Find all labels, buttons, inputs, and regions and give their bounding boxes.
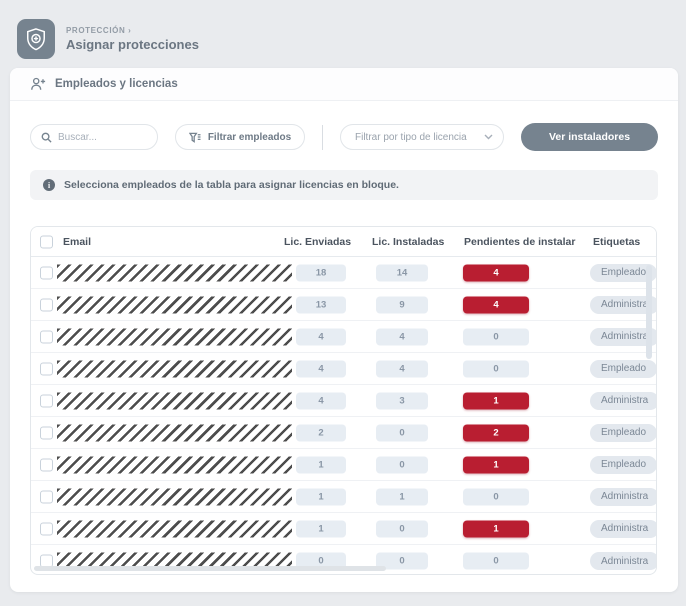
user-plus-icon <box>30 77 46 91</box>
employees-licenses-card: Empleados y licencias Filtrar empleados … <box>10 68 678 592</box>
lic-enviadas-badge: 13 <box>296 296 346 313</box>
lic-enviadas-badge: 1 <box>296 488 346 505</box>
redacted-email <box>57 488 292 505</box>
etiqueta-tag: Administra <box>590 520 657 538</box>
pendientes-badge: 0 <box>463 328 529 345</box>
etiqueta-tag: Administra <box>590 488 657 506</box>
info-banner-text: Selecciona empleados de la tabla para as… <box>64 179 399 191</box>
license-type-selected-value: Filtrar por tipo de licencia <box>355 132 467 143</box>
lic-enviadas-badge: 1 <box>296 456 346 473</box>
section-header: Empleados y licencias <box>10 68 678 101</box>
redacted-email <box>57 520 292 537</box>
filter-employees-button[interactable]: Filtrar empleados <box>175 124 305 150</box>
toolbar: Filtrar empleados Filtrar por tipo de li… <box>10 101 678 151</box>
info-banner: i Selecciona empleados de la tabla para … <box>30 170 658 200</box>
row-checkbox[interactable] <box>40 458 53 471</box>
pendientes-badge: 0 <box>463 488 529 505</box>
pendientes-badge: 4 <box>463 296 529 313</box>
row-checkbox[interactable] <box>40 394 53 407</box>
row-checkbox[interactable] <box>40 426 53 439</box>
lic-enviadas-badge: 4 <box>296 360 346 377</box>
redacted-email <box>57 264 292 281</box>
column-header-instaladas[interactable]: Lic. Instaladas <box>372 236 444 248</box>
select-all-checkbox[interactable] <box>40 235 53 248</box>
table-row[interactable]: 1 1 0 Administra <box>31 481 656 513</box>
page-header: PROTECCIÓN › Asignar protecciones <box>0 0 686 66</box>
license-type-select[interactable]: Filtrar por tipo de licencia <box>340 124 504 150</box>
search-icon <box>41 132 52 143</box>
lic-enviadas-badge: 2 <box>296 424 346 441</box>
redacted-email <box>57 392 292 409</box>
search-input[interactable] <box>58 132 147 143</box>
pendientes-badge: 0 <box>463 360 529 377</box>
redacted-email <box>57 360 292 377</box>
lic-enviadas-badge: 1 <box>296 520 346 537</box>
etiqueta-tag: Empleado <box>590 424 657 442</box>
pendientes-badge: 2 <box>463 424 529 441</box>
table-row[interactable]: 1 0 1 Empleado <box>31 449 656 481</box>
horizontal-scrollbar-thumb[interactable] <box>34 566 386 571</box>
lic-enviadas-badge: 18 <box>296 264 346 281</box>
etiqueta-tag: Empleado <box>590 360 657 378</box>
column-header-etiquetas[interactable]: Etiquetas <box>593 236 640 248</box>
redacted-email <box>57 296 292 313</box>
pendientes-badge: 1 <box>463 456 529 473</box>
lic-instaladas-badge: 14 <box>376 264 428 281</box>
filter-list-icon <box>189 132 201 143</box>
column-header-email[interactable]: Email <box>63 236 91 248</box>
row-checkbox[interactable] <box>40 266 53 279</box>
lic-enviadas-badge: 4 <box>296 328 346 345</box>
chevron-down-icon <box>484 134 493 140</box>
etiqueta-tag: Empleado <box>590 456 657 474</box>
table-row[interactable]: 18 14 4 Empleado <box>31 257 656 289</box>
toolbar-divider <box>322 125 323 150</box>
vertical-scrollbar-thumb[interactable] <box>646 265 652 359</box>
redacted-email <box>57 328 292 345</box>
lic-instaladas-badge: 4 <box>376 360 428 377</box>
redacted-email <box>57 424 292 441</box>
header-text: PROTECCIÓN › Asignar protecciones <box>66 26 199 52</box>
table-row[interactable]: 4 4 0 Administra <box>31 321 656 353</box>
lic-instaladas-badge: 0 <box>376 424 428 441</box>
view-installers-button[interactable]: Ver instaladores <box>521 123 658 151</box>
row-checkbox[interactable] <box>40 298 53 311</box>
table-row[interactable]: 1 0 1 Administra <box>31 513 656 545</box>
row-checkbox[interactable] <box>40 522 53 535</box>
table-header-row: Email Lic. Enviadas Lic. Instaladas Pend… <box>31 227 656 257</box>
pendientes-badge: 1 <box>463 392 529 409</box>
lic-enviadas-badge: 4 <box>296 392 346 409</box>
table-row[interactable]: 13 9 4 Administra <box>31 289 656 321</box>
lic-instaladas-badge: 0 <box>376 520 428 537</box>
section-title: Empleados y licencias <box>55 78 178 90</box>
info-icon: i <box>43 179 55 191</box>
lic-instaladas-badge: 0 <box>376 456 428 473</box>
column-header-enviadas[interactable]: Lic. Enviadas <box>284 236 351 248</box>
table-row[interactable]: 2 0 2 Empleado <box>31 417 656 449</box>
pendientes-badge: 0 <box>463 553 529 570</box>
column-header-pendientes[interactable]: Pendientes de instalar <box>464 236 575 248</box>
lic-instaladas-badge: 1 <box>376 488 428 505</box>
lic-instaladas-badge: 3 <box>376 392 428 409</box>
row-checkbox[interactable] <box>40 362 53 375</box>
row-checkbox[interactable] <box>40 490 53 503</box>
search-box[interactable] <box>30 124 158 150</box>
shield-plus-icon <box>17 19 55 59</box>
lic-instaladas-badge: 9 <box>376 296 428 313</box>
employees-table: Email Lic. Enviadas Lic. Instaladas Pend… <box>30 226 657 575</box>
row-checkbox[interactable] <box>40 330 53 343</box>
etiqueta-tag: Administra <box>590 392 657 410</box>
pendientes-badge: 1 <box>463 520 529 537</box>
breadcrumb[interactable]: PROTECCIÓN › <box>66 26 199 35</box>
page-title: Asignar protecciones <box>66 37 199 52</box>
table-body: 18 14 4 Empleado 13 9 4 Administra 4 4 0… <box>31 257 656 575</box>
lic-instaladas-badge: 4 <box>376 328 428 345</box>
redacted-email <box>57 456 292 473</box>
filter-employees-label: Filtrar empleados <box>208 132 291 143</box>
etiqueta-tag: Administra <box>590 552 657 570</box>
table-row[interactable]: 4 3 1 Administra <box>31 385 656 417</box>
table-row[interactable]: 4 4 0 Empleado <box>31 353 656 385</box>
pendientes-badge: 4 <box>463 264 529 281</box>
